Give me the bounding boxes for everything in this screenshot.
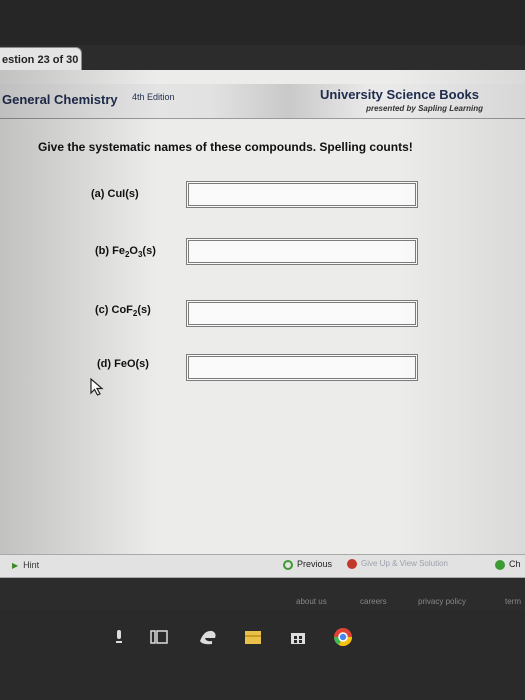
book-header: General Chemistry 4th Edition University…: [0, 84, 525, 119]
taskbar: [0, 610, 525, 700]
assignment-page: General Chemistry 4th Edition University…: [0, 70, 525, 570]
edition-label: 4th Edition: [132, 92, 175, 102]
screen-bezel-top: [0, 0, 525, 45]
hint-arrow-icon: ▶: [12, 561, 19, 570]
terms-link[interactable]: term: [505, 597, 521, 606]
privacy-policy-link[interactable]: privacy policy: [418, 597, 466, 606]
file-explorer-icon[interactable]: [244, 629, 262, 645]
question-c-label: (c) CoF2(s): [95, 304, 151, 319]
mouse-cursor-icon: [90, 378, 104, 396]
give-up-icon: [347, 559, 357, 569]
answer-field-a[interactable]: [186, 181, 418, 208]
about-us-link[interactable]: about us: [296, 597, 327, 606]
presented-by: presented by Sapling Learning: [366, 104, 483, 113]
careers-link[interactable]: careers: [360, 597, 387, 606]
answer-field-d[interactable]: [186, 354, 418, 381]
question-b-label: (b) Fe2O3(s): [95, 245, 156, 260]
edge-browser-icon[interactable]: [198, 629, 218, 645]
microphone-icon[interactable]: [114, 629, 124, 645]
question-a-label: (a) CuI(s): [91, 188, 139, 200]
question-footer: ▶ Hint Previous Give Up & View Solution C…: [0, 554, 525, 578]
book-title: General Chemistry: [2, 92, 118, 107]
answer-field-b[interactable]: [186, 238, 418, 265]
question-counter-tab: estion 23 of 30: [0, 47, 82, 71]
publisher-name: University Science Books: [320, 87, 479, 102]
question-prompt: Give the systematic names of these compo…: [38, 140, 413, 154]
previous-button[interactable]: Previous: [283, 559, 332, 570]
answer-field-c[interactable]: [186, 300, 418, 327]
store-icon[interactable]: [289, 629, 307, 645]
give-up-button[interactable]: Give Up & View Solution: [347, 559, 448, 569]
check-icon: [495, 559, 505, 570]
previous-icon: [283, 559, 293, 570]
task-view-icon[interactable]: [150, 629, 168, 645]
chrome-icon[interactable]: [333, 627, 353, 647]
check-answer-button[interactable]: Ch: [495, 559, 521, 570]
hint-button[interactable]: ▶ Hint: [12, 560, 39, 570]
question-d-label: (d) FeO(s): [97, 358, 149, 370]
